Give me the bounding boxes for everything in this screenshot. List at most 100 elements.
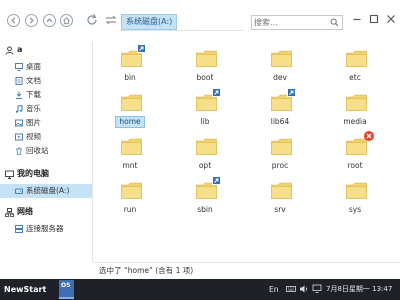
home-icon[interactable] <box>60 14 73 27</box>
network-icon <box>5 208 14 217</box>
forward-icon[interactable] <box>25 14 38 27</box>
sidebar-user-label: a <box>17 45 23 54</box>
folder-icon <box>196 138 217 155</box>
music-icon <box>15 105 23 113</box>
symlink-badge-icon <box>212 176 221 185</box>
file-label: mnt <box>122 161 138 170</box>
sidebar: a 桌面 文档 下载 音乐 图片 视频 回收站 我的电脑 系统磁盘(A:) 网络 <box>0 42 93 262</box>
folder-icon <box>196 50 217 67</box>
close-icon[interactable] <box>385 13 397 25</box>
folder-icon <box>271 50 292 67</box>
file-item-home[interactable]: home <box>102 90 158 134</box>
file-label: boot <box>196 73 214 82</box>
start-button[interactable]: NewStart <box>4 283 46 297</box>
file-label: etc <box>349 73 361 82</box>
file-grid: bin boot dev etc home lib lib64 media mnt opt proc… <box>93 42 400 262</box>
taskbar-app-label: OS <box>61 282 71 289</box>
file-item-etc[interactable]: etc <box>327 46 383 90</box>
trash-icon <box>16 147 22 155</box>
file-item-proc[interactable]: proc <box>252 134 308 178</box>
status-text: 选中了 “home” (含有 1 项) <box>99 266 194 275</box>
sidebar-item-pictures[interactable]: 图片 <box>0 116 92 130</box>
network-status-icon[interactable] <box>312 284 322 294</box>
switch-view-icon[interactable] <box>104 13 118 27</box>
sidebar-item-documents[interactable]: 文档 <box>0 74 92 88</box>
symlink-badge-icon <box>212 88 221 97</box>
refresh-icon[interactable] <box>85 13 99 27</box>
desktop-icon <box>15 63 23 71</box>
file-item-sys[interactable]: sys <box>327 178 383 222</box>
sidebar-item-system-disk[interactable]: 系统磁盘(A:) <box>0 184 92 198</box>
file-label: lib <box>200 117 210 126</box>
symlink-badge-icon <box>137 44 146 53</box>
sidebar-network-label: 网络 <box>17 207 33 216</box>
sidebar-item-downloads[interactable]: 下载 <box>0 88 92 102</box>
sidebar-item-videos[interactable]: 视频 <box>0 130 92 144</box>
video-icon <box>15 133 23 141</box>
file-label: bin <box>124 73 136 82</box>
taskbar: NewStart OS En 7月8日星期一 13:47 <box>0 279 400 300</box>
taskbar-app-file-manager[interactable]: OS <box>59 280 74 299</box>
disk-icon <box>15 188 23 194</box>
document-icon <box>15 77 23 85</box>
tray-clock[interactable]: 7月8日星期一 13:47 <box>326 279 392 300</box>
keyboard-icon[interactable] <box>286 284 296 294</box>
no-access-badge-icon <box>364 131 374 141</box>
file-label: opt <box>198 161 212 170</box>
back-icon[interactable] <box>7 14 20 27</box>
file-item-boot[interactable]: boot <box>177 46 233 90</box>
folder-icon <box>346 182 367 199</box>
file-item-dev[interactable]: dev <box>252 46 308 90</box>
folder-icon <box>271 138 292 155</box>
file-label: sbin <box>197 205 213 214</box>
file-label: lib64 <box>270 117 290 126</box>
minimize-icon[interactable] <box>351 13 363 25</box>
file-item-mnt[interactable]: mnt <box>102 134 158 178</box>
folder-icon <box>121 138 142 155</box>
start-label: NewStart <box>4 285 47 294</box>
file-item-bin[interactable]: bin <box>102 44 158 90</box>
toolbar: 系统磁盘(A:) <box>0 0 400 42</box>
sidebar-item-music[interactable]: 音乐 <box>0 102 92 116</box>
search-box[interactable] <box>251 15 343 30</box>
file-item-sbin[interactable]: sbin <box>177 176 233 222</box>
file-item-srv[interactable]: srv <box>252 178 308 222</box>
file-item-media[interactable]: media <box>327 90 383 134</box>
file-item-root[interactable]: root <box>327 131 383 178</box>
symlink-badge-icon <box>287 88 296 97</box>
file-label: media <box>343 117 367 126</box>
file-item-run[interactable]: run <box>102 178 158 222</box>
picture-icon <box>15 119 23 127</box>
folder-icon <box>346 94 367 111</box>
folder-icon <box>121 94 142 111</box>
file-label: run <box>123 205 137 214</box>
sidebar-item-connect-server[interactable]: 连接服务器 <box>0 222 92 236</box>
volume-icon[interactable] <box>299 284 309 294</box>
search-icon[interactable] <box>330 18 339 27</box>
sidebar-item-desktop[interactable]: 桌面 <box>0 60 92 74</box>
folder-icon <box>346 50 367 67</box>
tray-language[interactable]: En <box>269 279 279 300</box>
file-item-lib64[interactable]: lib64 <box>252 88 308 134</box>
folder-icon <box>121 182 142 199</box>
path-crumb-system-disk[interactable]: 系统磁盘(A:) <box>121 14 178 30</box>
server-icon <box>15 225 23 233</box>
maximize-icon[interactable] <box>368 13 380 25</box>
file-label: root <box>347 161 363 170</box>
sidebar-computer-label: 我的电脑 <box>17 169 49 178</box>
file-label: home <box>115 116 145 128</box>
folder-icon <box>271 182 292 199</box>
sidebar-item-trash[interactable]: 回收站 <box>0 144 92 158</box>
file-label: proc <box>271 161 289 170</box>
download-icon <box>16 91 22 99</box>
user-icon <box>5 46 14 55</box>
file-label: dev <box>273 73 287 82</box>
up-icon[interactable] <box>43 14 56 27</box>
file-item-opt[interactable]: opt <box>177 134 233 178</box>
computer-icon <box>5 170 14 179</box>
file-item-lib[interactable]: lib <box>177 88 233 134</box>
status-bar: 选中了 “home” (含有 1 项) <box>93 262 400 278</box>
file-label: sys <box>348 205 362 214</box>
file-label: srv <box>274 205 286 214</box>
search-input[interactable] <box>254 17 326 28</box>
